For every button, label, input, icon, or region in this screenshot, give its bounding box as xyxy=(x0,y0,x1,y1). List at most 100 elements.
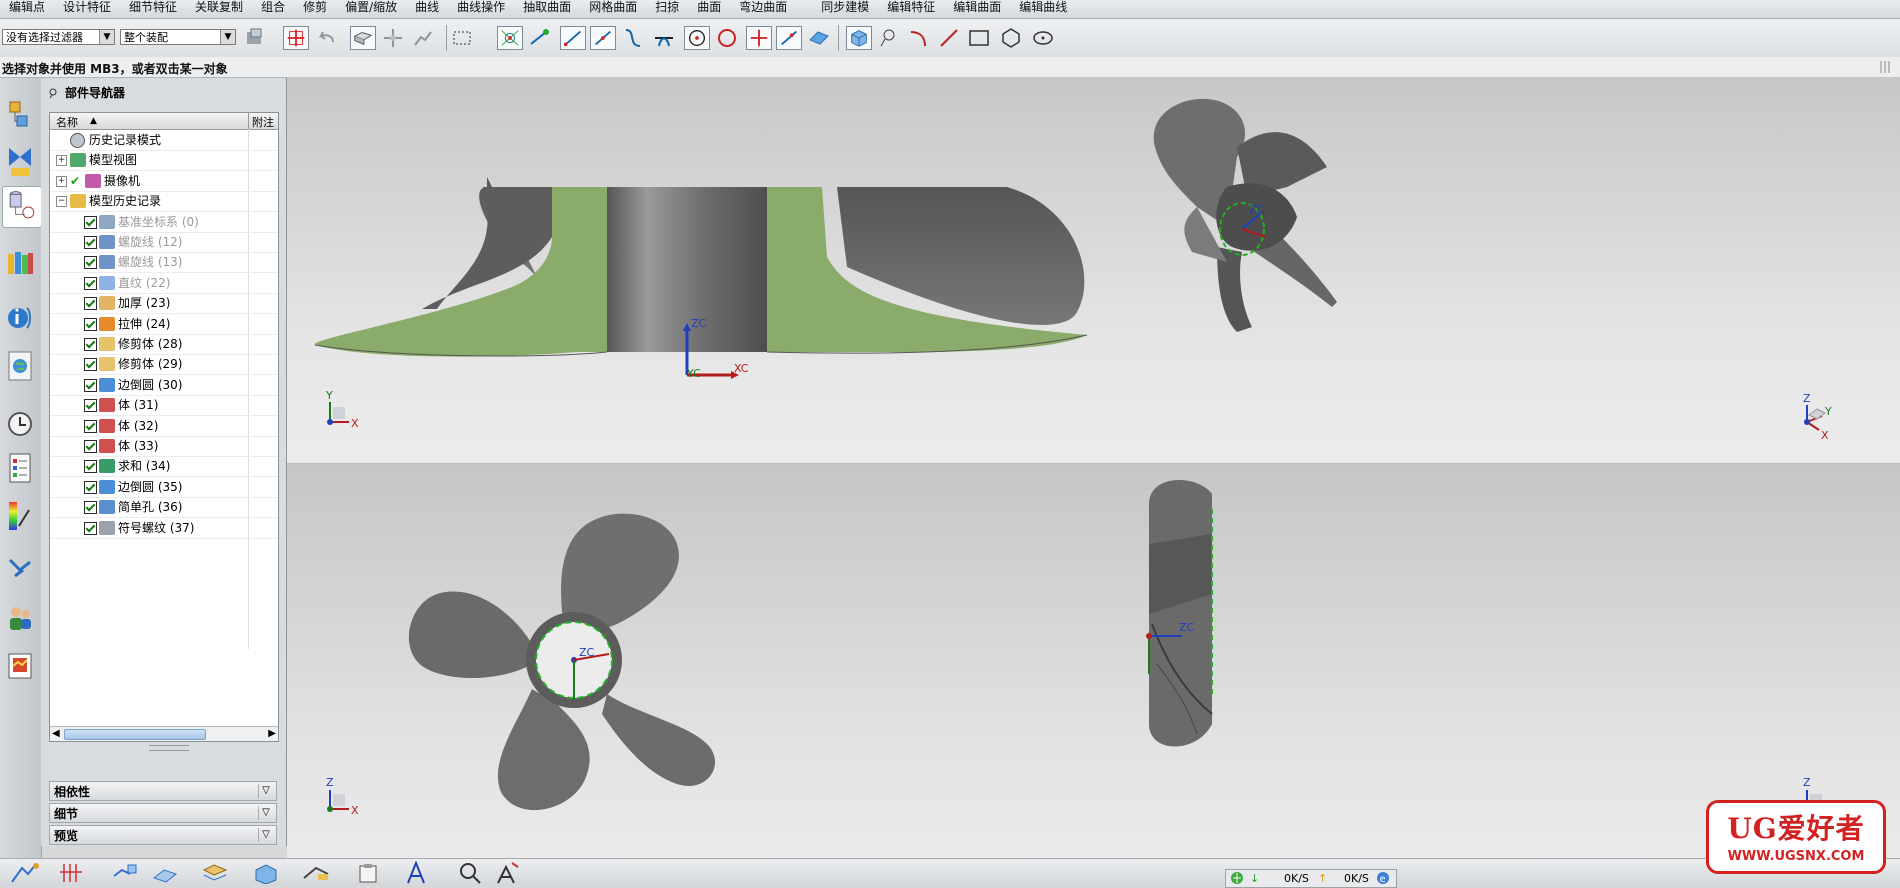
visibility-checkbox[interactable] xyxy=(84,501,97,515)
move-handle-icon[interactable] xyxy=(380,26,406,50)
web-browser-icon[interactable] xyxy=(5,346,35,386)
menu-item[interactable]: 组合 xyxy=(252,1,294,18)
menu-item[interactable]: 关联复制 xyxy=(186,1,252,18)
control-point-icon[interactable] xyxy=(620,26,646,50)
tree-row[interactable]: 符号螺纹 (37) xyxy=(50,518,278,539)
tree-row[interactable]: 边倒圆 (30) xyxy=(50,375,278,396)
rectangle-select-icon[interactable] xyxy=(450,26,476,50)
visibility-checkbox[interactable] xyxy=(84,236,97,249)
menu-item[interactable]: 编辑点 xyxy=(0,1,54,18)
panel-dependencies[interactable]: 相依性 ▽ xyxy=(49,781,277,801)
visibility-checkbox[interactable] xyxy=(84,419,97,433)
visibility-checkbox[interactable] xyxy=(84,460,97,474)
route-icon[interactable] xyxy=(410,26,436,50)
menu-item[interactable]: 细节特征 xyxy=(120,1,186,18)
visibility-checkbox[interactable] xyxy=(84,378,97,392)
history-palette-icon[interactable] xyxy=(5,646,35,686)
tree-row[interactable]: 体 (31) xyxy=(50,395,278,417)
chevron-down-icon[interactable]: ▼ xyxy=(99,30,114,44)
column-name-header[interactable]: 名称 xyxy=(56,114,78,130)
line-endpoint-icon[interactable] xyxy=(560,26,586,50)
menu-item[interactable]: 曲线操作 xyxy=(448,1,514,18)
snap-all-points-icon[interactable] xyxy=(497,26,523,50)
solid-cube-icon[interactable] xyxy=(846,26,872,50)
viewport-right[interactable]: ZC Z Y xyxy=(1137,464,1900,858)
roles-icon[interactable] xyxy=(5,598,35,638)
tree-row[interactable]: 螺旋线 (13) xyxy=(50,252,278,274)
panel-details[interactable]: 细节 ▽ xyxy=(49,803,277,823)
arc-center-icon[interactable] xyxy=(684,26,710,50)
menu-item[interactable]: 编辑特征 xyxy=(878,1,944,18)
expand-icon[interactable]: + xyxy=(56,175,67,187)
line-tool-icon[interactable] xyxy=(936,26,962,50)
midpoint-icon[interactable] xyxy=(590,26,616,50)
tree-row[interactable]: 修剪体 (28) xyxy=(50,334,278,355)
splitter-handle[interactable] xyxy=(149,745,189,751)
horizontal-scrollbar[interactable]: ◀ ▶ xyxy=(50,726,278,741)
snap-point-icon[interactable] xyxy=(283,26,309,50)
rectangle-tool-icon[interactable] xyxy=(966,26,992,50)
text-style-icon[interactable] xyxy=(404,861,434,885)
tree-row[interactable]: − 模型历史记录 xyxy=(50,191,278,213)
viewport-top[interactable]: ZC Z X xyxy=(287,464,1137,858)
active-check-icon[interactable]: ✔ xyxy=(70,171,80,191)
tree-row[interactable]: 拉伸 (24) xyxy=(50,314,278,335)
view-cube-icon[interactable] xyxy=(250,862,284,884)
menu-item[interactable]: 弯边曲面 xyxy=(730,1,796,18)
zoom-text-icon[interactable] xyxy=(456,861,486,885)
menu-item[interactable]: 偏置/缩放 xyxy=(336,1,406,18)
menu-item[interactable]: 修剪 xyxy=(294,1,336,18)
chevron-down-icon[interactable]: ▼ xyxy=(220,30,235,44)
tree-row[interactable]: + 模型视图 xyxy=(50,150,278,172)
ellipse-tool-icon[interactable] xyxy=(1030,26,1056,50)
expand-icon[interactable]: + xyxy=(56,155,67,167)
datum-tool-icon[interactable] xyxy=(110,862,144,884)
selection-filter-combo[interactable]: 没有选择过滤器 ▼ xyxy=(2,29,115,45)
layer-tool-icon[interactable] xyxy=(200,862,234,884)
existing-point-icon[interactable] xyxy=(746,26,772,50)
process-studio-icon[interactable] xyxy=(5,496,35,536)
constraint-navigator-icon[interactable] xyxy=(5,142,35,182)
menu-item[interactable]: 扫掠 xyxy=(646,1,688,18)
scroll-left-icon[interactable]: ◀ xyxy=(52,727,60,741)
scroll-right-icon[interactable]: ▶ xyxy=(268,727,276,741)
scrollbar-thumb[interactable] xyxy=(64,729,206,740)
tree-row[interactable]: 边倒圆 (35) xyxy=(50,477,278,498)
arc-tool-icon[interactable] xyxy=(906,26,932,50)
menu-item[interactable]: 同步建模 xyxy=(812,1,878,18)
browser-e-icon[interactable]: e xyxy=(1376,871,1390,885)
quadrant-point-icon[interactable] xyxy=(714,26,740,50)
panel-preview[interactable]: 预览 ▽ xyxy=(49,825,277,845)
lasso-icon[interactable] xyxy=(876,26,902,50)
tree-row[interactable]: 直纹 (22) xyxy=(50,273,278,294)
tree-row[interactable]: 加厚 (23) xyxy=(50,293,278,315)
polygon-tool-icon[interactable] xyxy=(998,26,1024,50)
menu-item[interactable]: 编辑曲线 xyxy=(1010,1,1076,18)
visibility-checkbox[interactable] xyxy=(84,215,97,229)
point-on-curve-icon[interactable] xyxy=(776,26,802,50)
grid-tool-icon[interactable] xyxy=(58,862,92,884)
viewport-front[interactable]: ZC XC YC Y X xyxy=(287,77,1137,463)
tree-row[interactable]: 简单孔 (36) xyxy=(50,497,278,519)
assembly-navigator-icon[interactable] xyxy=(5,96,35,136)
analysis-tool-icon[interactable] xyxy=(8,862,44,884)
menu-item[interactable]: 曲线 xyxy=(406,1,448,18)
visibility-checkbox[interactable] xyxy=(84,440,97,453)
chevron-down-icon[interactable]: ▽ xyxy=(258,784,273,798)
clipboard-icon[interactable] xyxy=(354,862,384,884)
viewport-isometric[interactable]: ZC Z Y X xyxy=(1137,77,1900,463)
menu-item[interactable]: 抽取曲面 xyxy=(514,1,580,18)
visibility-checkbox[interactable] xyxy=(84,317,97,331)
visibility-checkbox[interactable] xyxy=(84,358,97,372)
tree-row[interactable]: 历史记录模式 xyxy=(50,130,278,151)
menu-item[interactable]: 网格曲面 xyxy=(580,1,646,18)
intersection-icon[interactable] xyxy=(651,26,677,50)
history-clock-icon[interactable] xyxy=(5,404,35,444)
visibility-checkbox[interactable] xyxy=(84,297,97,311)
pin-icon[interactable] xyxy=(47,87,59,99)
visibility-checkbox[interactable] xyxy=(84,338,97,351)
visibility-checkbox[interactable] xyxy=(84,480,97,494)
tree-row[interactable]: + ✔ 摄像机 xyxy=(50,171,278,192)
visibility-checkbox[interactable] xyxy=(84,276,97,290)
tree-row[interactable]: 体 (33) xyxy=(50,436,278,457)
